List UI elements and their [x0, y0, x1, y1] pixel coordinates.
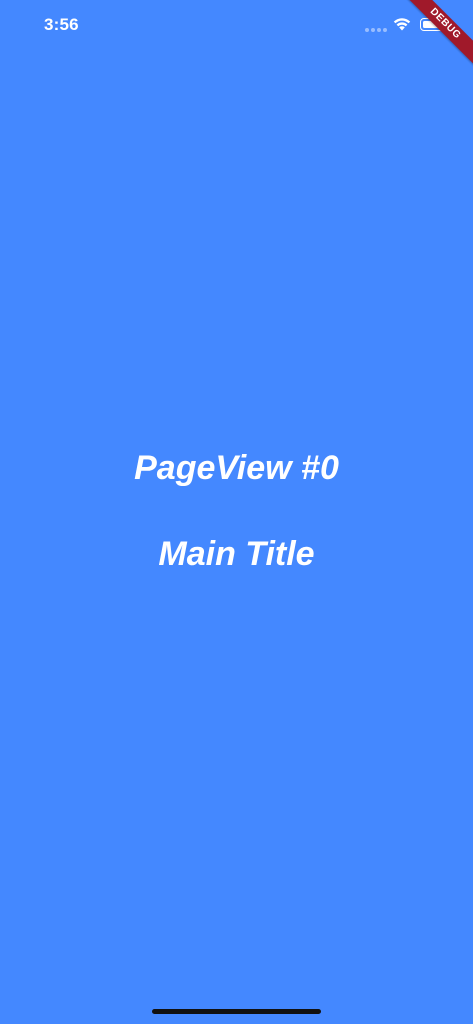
cellular-signal-icon [365, 28, 387, 32]
status-time: 3:56 [44, 15, 79, 34]
main-title: Main Title [158, 535, 315, 573]
debug-banner: DEBUG [393, 0, 473, 80]
home-indicator[interactable] [152, 1009, 321, 1014]
page-view-label: PageView #0 [134, 449, 339, 487]
debug-banner-label: DEBUG [396, 0, 473, 73]
page-view-content[interactable]: PageView #0 Main Title [0, 445, 473, 577]
